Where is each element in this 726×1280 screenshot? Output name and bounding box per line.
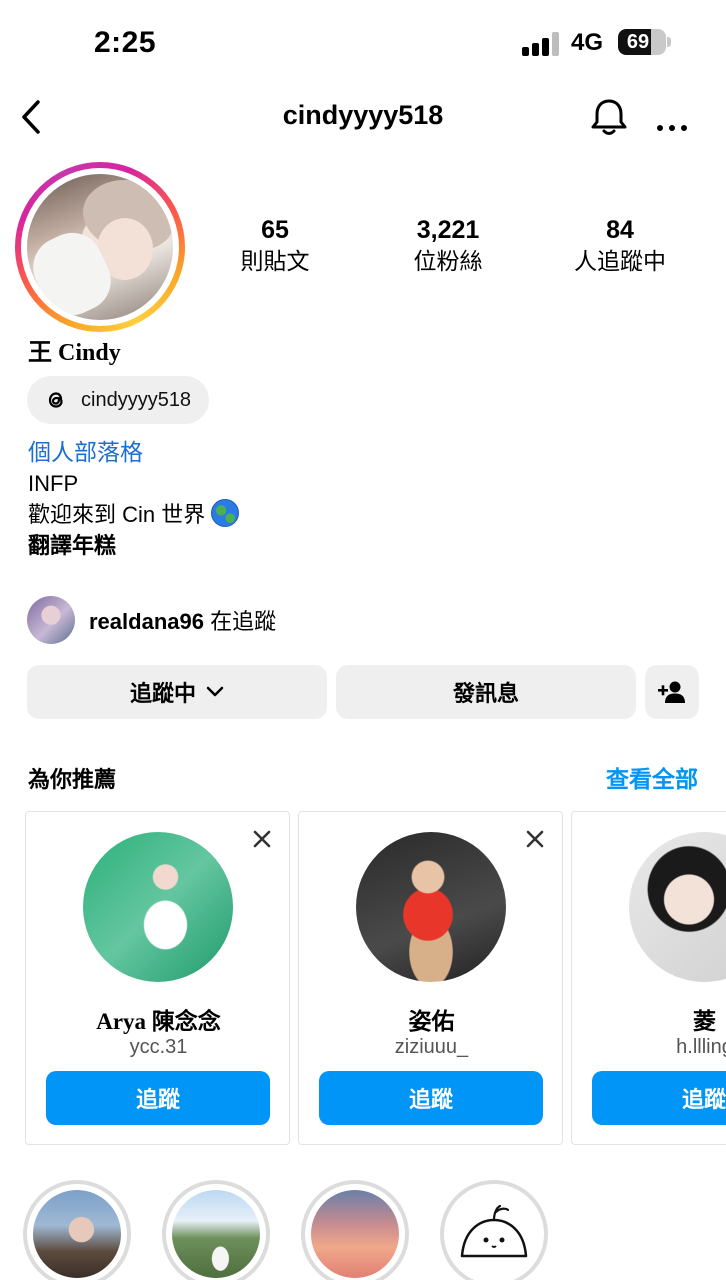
profile-actions: 追蹤中 發訊息 xyxy=(27,665,699,719)
highlight-cover xyxy=(311,1190,399,1278)
bio-line-mbti: INFP xyxy=(28,471,79,496)
battery-icon: 69 xyxy=(618,29,666,55)
story-highlight[interactable] xyxy=(162,1180,270,1280)
mutual-followers[interactable]: realdana96 在追蹤 xyxy=(27,596,276,644)
see-all-link[interactable]: 查看全部 xyxy=(606,760,698,794)
profile-photo xyxy=(27,174,173,320)
bio-line-welcome-row: 歡迎來到 Cin 世界 xyxy=(28,499,688,530)
status-time: 2:25 xyxy=(94,26,157,59)
highlight-cover xyxy=(450,1190,538,1278)
add-user-icon xyxy=(658,681,685,703)
threads-handle: cindyyyy518 xyxy=(81,388,192,411)
suggestion-avatar[interactable] xyxy=(629,832,726,982)
profile-bio: 個人部落格 INFP 歡迎來到 Cin 世界 翻譯年糕 xyxy=(28,436,688,561)
posts-count: 65 xyxy=(261,216,289,244)
profile-header: cindyyyy518 xyxy=(0,84,726,150)
profile-stats: 65 則貼文 3,221 位粉絲 84 人追蹤中 xyxy=(200,214,710,284)
globe-emoji-icon xyxy=(211,499,240,527)
story-highlight[interactable] xyxy=(301,1180,409,1280)
mutual-follower-username: realdana96 xyxy=(89,609,204,634)
chevron-down-icon xyxy=(206,686,224,697)
follow-button[interactable]: 追蹤 xyxy=(319,1071,543,1125)
posts-label: 則貼文 xyxy=(240,248,310,274)
suggestion-card[interactable]: 姿佑 ziziuuu_ 追蹤 xyxy=(298,811,563,1145)
bio-line-bold: 翻譯年糕 xyxy=(28,533,117,558)
bio-blog-link[interactable]: 個人部落格 xyxy=(28,436,688,468)
stat-followers[interactable]: 3,221 位粉絲 xyxy=(373,214,523,276)
suggestion-handle: h.llling xyxy=(676,1036,726,1058)
suggestions-title: 為你推薦 xyxy=(28,767,117,792)
following-button[interactable]: 追蹤中 xyxy=(27,665,327,719)
suggestion-card[interactable]: Arya 陳念念 ycc.31 追蹤 xyxy=(25,811,290,1145)
suggestions-carousel[interactable]: Arya 陳念念 ycc.31 追蹤 姿佑 ziziuuu_ 追蹤 菱 h.ll… xyxy=(25,811,726,1145)
threads-badge[interactable]: cindyyyy518 xyxy=(27,376,210,424)
profile-avatar[interactable] xyxy=(15,162,185,332)
mochi-doodle-icon xyxy=(460,1204,528,1258)
suggestion-avatar[interactable] xyxy=(356,832,506,982)
close-icon[interactable] xyxy=(251,828,273,850)
story-highlights xyxy=(23,1180,726,1280)
threads-icon xyxy=(48,392,63,408)
stat-following[interactable]: 84 人追蹤中 xyxy=(545,214,695,276)
battery-nub xyxy=(667,37,671,47)
suggestion-handle: ziziuuu_ xyxy=(394,1036,469,1058)
mutual-follower-suffix: 在追蹤 xyxy=(203,609,277,634)
followers-label: 位粉絲 xyxy=(413,248,483,274)
message-button-label: 發訊息 xyxy=(452,681,519,706)
follow-button[interactable]: 追蹤 xyxy=(46,1071,270,1125)
mutual-followers-text: realdana96 在追蹤 xyxy=(89,604,276,636)
close-icon[interactable] xyxy=(524,828,546,850)
suggestion-card[interactable]: 菱 h.llling 追蹤 xyxy=(571,811,726,1145)
suggestion-name: 菱 xyxy=(693,1009,716,1034)
bio-line-welcome: 歡迎來到 Cin 世界 xyxy=(28,502,206,527)
story-highlight[interactable] xyxy=(440,1180,548,1280)
following-count: 84 xyxy=(606,216,634,244)
highlight-cover xyxy=(33,1190,121,1278)
followers-count: 3,221 xyxy=(416,216,480,244)
suggestion-name: 姿佑 xyxy=(408,1009,455,1034)
mutual-follower-avatar xyxy=(27,596,75,644)
more-options-icon[interactable] xyxy=(652,94,692,140)
stat-posts[interactable]: 65 則貼文 xyxy=(200,214,350,276)
highlight-cover xyxy=(172,1190,260,1278)
message-button[interactable]: 發訊息 xyxy=(336,665,636,719)
suggestion-handle: ycc.31 xyxy=(129,1036,188,1058)
suggestion-name: Arya 陳念念 xyxy=(96,1009,221,1034)
suggestions-header: 為你推薦 查看全部 xyxy=(28,758,698,794)
bell-icon[interactable] xyxy=(586,94,632,140)
following-label: 人追蹤中 xyxy=(574,248,666,274)
story-highlight[interactable] xyxy=(23,1180,131,1280)
status-bar: 2:25 4G 69 xyxy=(0,0,726,80)
cellular-signal-icon xyxy=(522,32,562,56)
battery-level: 69 xyxy=(626,31,650,53)
suggested-users-button[interactable] xyxy=(645,665,699,719)
suggestion-avatar[interactable] xyxy=(83,832,233,982)
display-name: 王 Cindy xyxy=(28,340,121,366)
following-button-label: 追蹤中 xyxy=(129,681,196,706)
network-type: 4G xyxy=(571,29,604,56)
follow-button[interactable]: 追蹤 xyxy=(592,1071,726,1125)
